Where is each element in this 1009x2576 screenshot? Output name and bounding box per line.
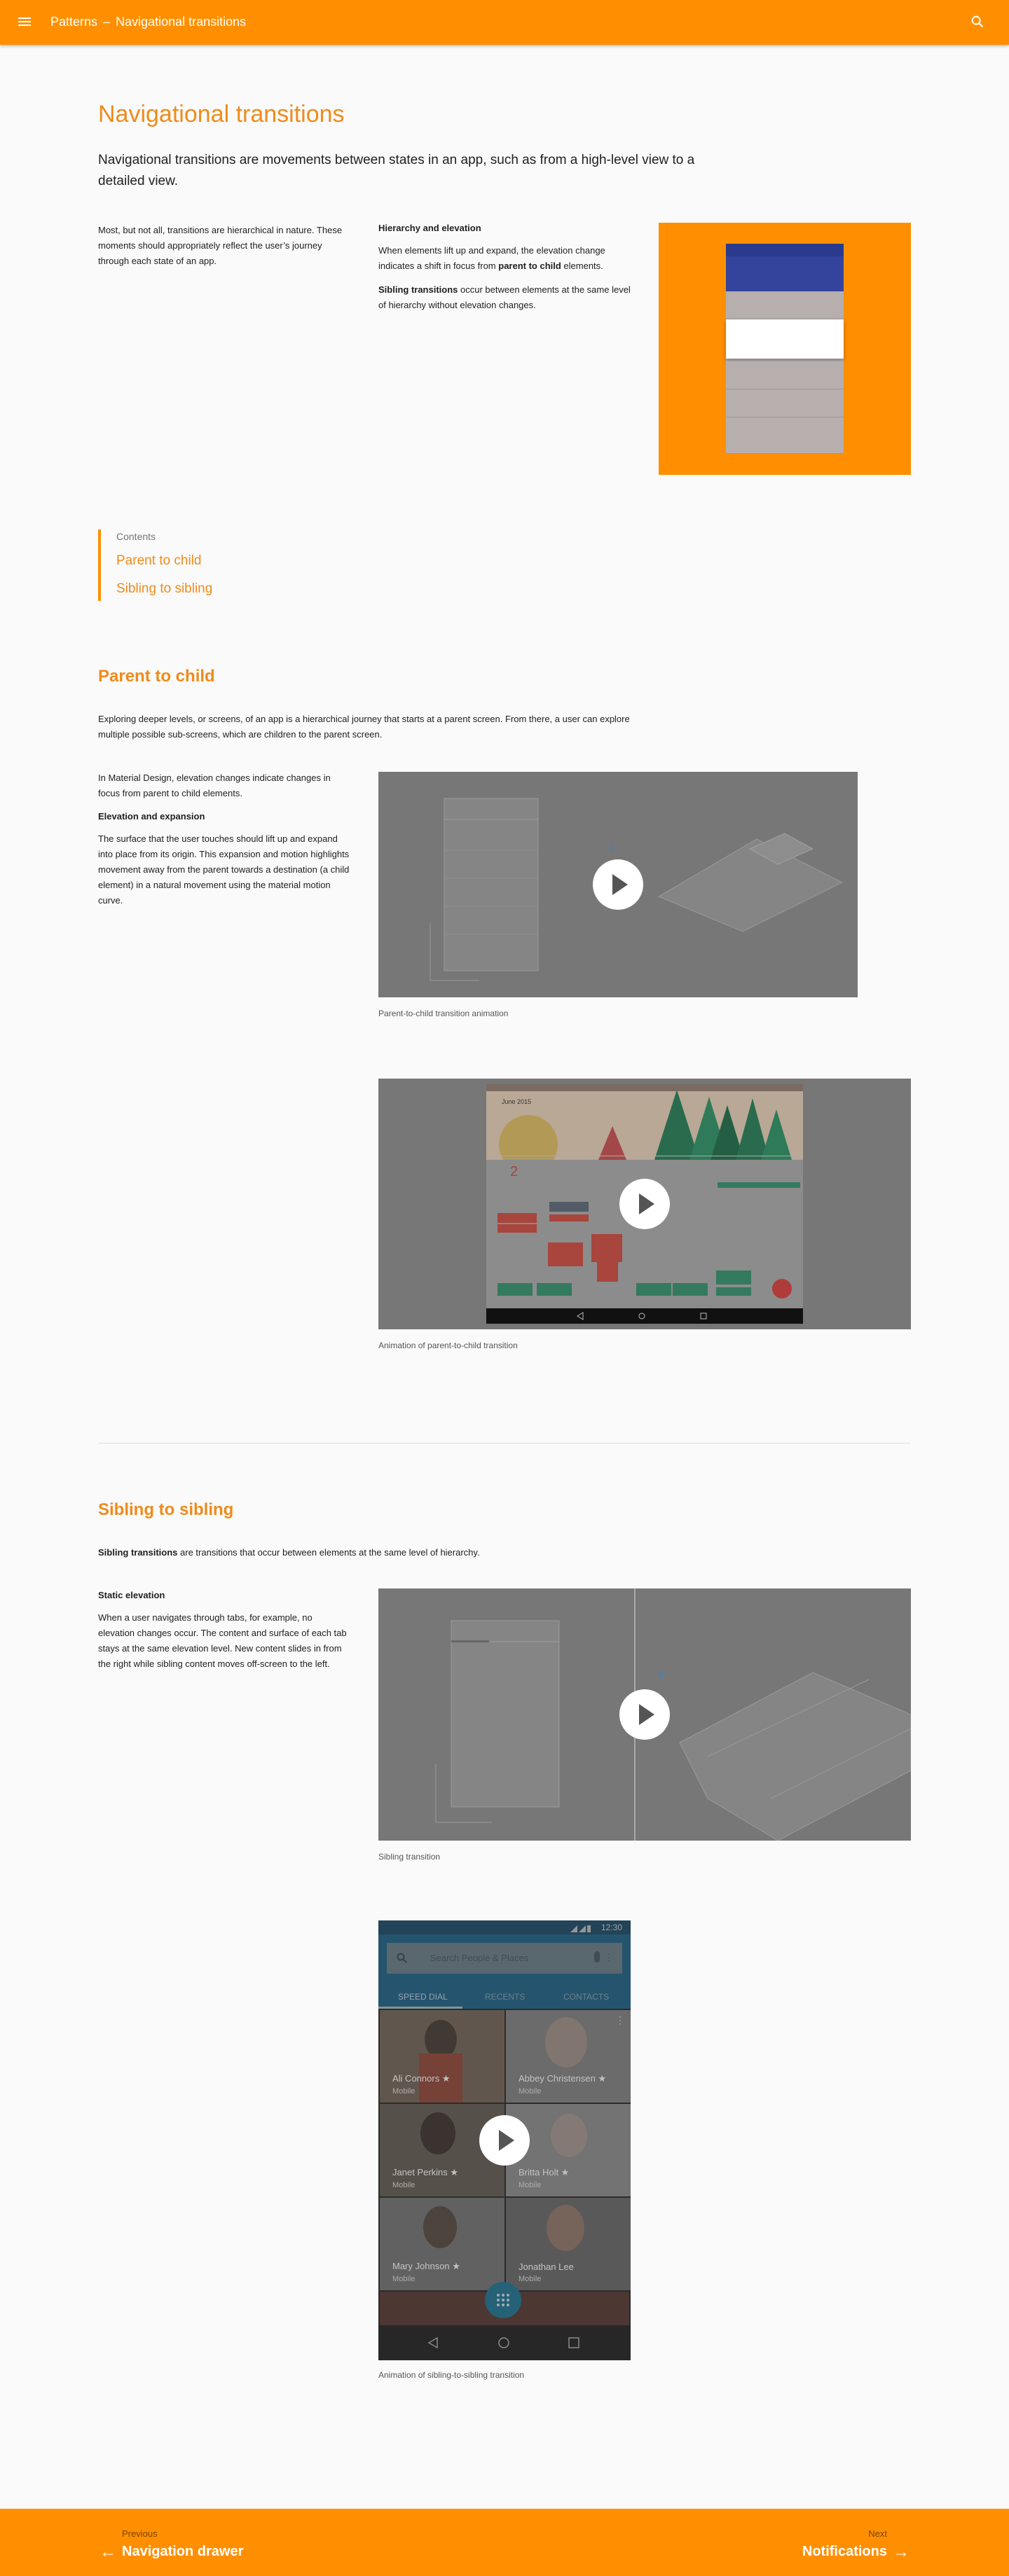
page-title: Navigational transitions — [98, 101, 345, 127]
previous-label: Previous — [122, 2528, 158, 2539]
hierarchy-block: Hierarchy and elevation When elements li… — [378, 223, 631, 313]
sibling-video[interactable]: Z — [378, 1588, 911, 1841]
lead-paragraph: Navigational transitions are movements b… — [98, 153, 695, 188]
sibling-text-column: Static elevation When a user navigates t… — [98, 1590, 350, 1672]
parent-caption-2: Animation of parent-to-child transition — [378, 1341, 518, 1350]
parent-intro: Exploring deeper levels, or screens, of … — [98, 714, 630, 740]
svg-text:Z: Z — [659, 1671, 663, 1679]
calendar-day-number: 2 — [510, 1164, 519, 1179]
breadcrumb-section[interactable]: Patterns — [50, 15, 97, 29]
sibling-caption-2: Animation of sibling-to-sibling transiti… — [378, 2370, 525, 2380]
sibling-paragraph: Sibling transitions occur between elemen… — [378, 282, 631, 313]
static-elevation-heading: Static elevation — [98, 1590, 165, 1600]
parent-text-column: In Material Design, elevation changes in… — [98, 770, 350, 908]
breadcrumb: Patterns – Navigational transitions — [50, 15, 246, 29]
sibling-caption-1: Sibling transition — [378, 1852, 441, 1862]
next-title: Notifications — [802, 2544, 887, 2559]
play-button[interactable] — [619, 1179, 670, 1229]
parent-caption-1: Parent-to-child transition animation — [378, 1009, 509, 1018]
hierarchy-illustration — [659, 223, 911, 475]
play-button[interactable] — [593, 859, 643, 910]
elevation-heading: Elevation and expansion — [98, 811, 205, 822]
parent-paragraph-1: In Material Design, elevation changes in… — [98, 773, 331, 798]
section-title-parent-to-child: Parent to child — [98, 667, 215, 686]
top-app-bar: Patterns – Navigational transitions — [0, 0, 1009, 45]
breadcrumb-page: Navigational transitions — [116, 15, 247, 29]
parent-to-child-term: parent to child — [498, 261, 561, 271]
svg-text:Z: Z — [610, 846, 614, 854]
parent-to-child-video[interactable]: Z — [378, 772, 858, 997]
page-footer-nav: ← Previous Navigation drawer Next Notifi… — [0, 2509, 1009, 2576]
play-button[interactable] — [479, 2115, 530, 2166]
intro-paragraph: Most, but not all, transitions are hiera… — [98, 225, 343, 266]
parent-paragraph-2: The surface that the user touches should… — [98, 833, 350, 906]
hierarchy-paragraph: When elements lift up and expand, the el… — [378, 243, 631, 274]
sibling-intro: Sibling transitions are transitions that… — [98, 1545, 729, 1560]
sibling-term: Sibling transitions — [378, 284, 458, 295]
calendar-month-label: June 2015 — [502, 1098, 532, 1105]
breadcrumb-separator: – — [103, 15, 111, 29]
menu-icon[interactable] — [18, 15, 32, 28]
arrow-right-icon: → — [893, 2542, 910, 2561]
toc-link-sibling-to-sibling[interactable]: Sibling to sibling — [116, 581, 212, 597]
hierarchy-text-end: elements. — [561, 261, 603, 271]
calendar-video[interactable]: June 2015 2 — [378, 1079, 911, 1329]
hierarchy-heading: Hierarchy and elevation — [378, 223, 481, 233]
play-button[interactable] — [619, 1689, 670, 1740]
phone-illustration — [726, 244, 844, 454]
toc-title: Contents — [116, 531, 156, 542]
dialer-video[interactable]: 12:30 Search People & Places ⋮ SPEED DIA… — [378, 1920, 631, 2360]
next-label: Next — [868, 2528, 887, 2539]
arrow-left-icon: ← — [99, 2542, 116, 2561]
sibling-paragraph-1: When a user navigates through tabs, for … — [98, 1612, 347, 1669]
toc-link-parent-to-child[interactable]: Parent to child — [116, 553, 201, 569]
search-icon[interactable] — [970, 14, 985, 29]
table-of-contents: Contents Parent to child Sibling to sibl… — [98, 529, 308, 601]
previous-title: Navigation drawer — [122, 2544, 244, 2559]
sibling-intro-text: are transitions that occur between eleme… — [177, 1547, 480, 1558]
section-title-sibling-to-sibling: Sibling to sibling — [98, 1500, 234, 1519]
sibling-intro-term: Sibling transitions — [98, 1547, 178, 1558]
